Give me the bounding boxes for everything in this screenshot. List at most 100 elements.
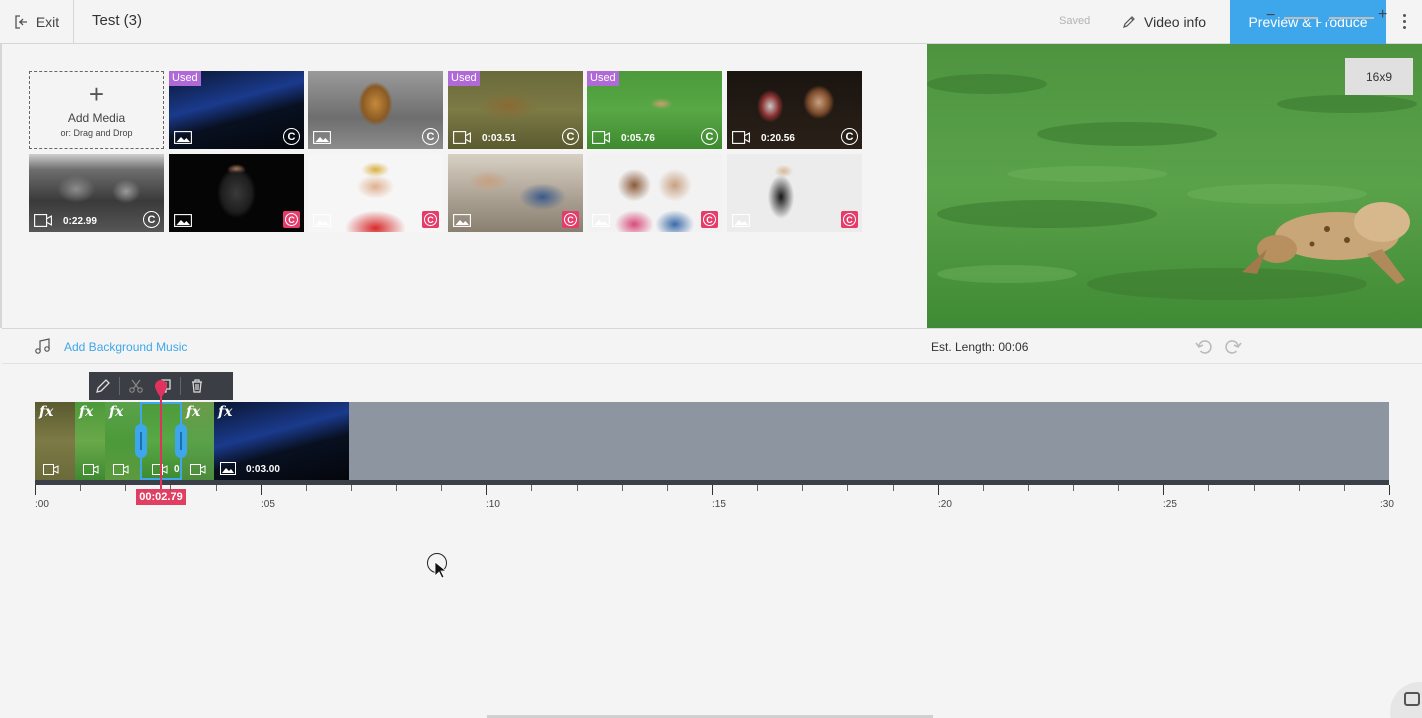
mouse-cursor-icon (434, 561, 446, 579)
exit-icon (15, 14, 27, 29)
image-icon (313, 214, 331, 227)
ruler-minor-tick (441, 485, 442, 491)
ruler-minor-tick (1118, 485, 1119, 491)
image-icon (453, 214, 471, 227)
preview-produce-button[interactable]: Preview & Produce (1230, 0, 1386, 44)
ruler-major-tick (1163, 485, 1164, 495)
ruler-minor-tick (1073, 485, 1074, 491)
used-badge: Used (448, 71, 480, 86)
ruler-minor-tick (1028, 485, 1029, 491)
ruler-label: :20 (938, 499, 952, 510)
trim-handle-right[interactable] (175, 424, 187, 458)
premium-license-icon[interactable]: C (283, 211, 300, 228)
ruler-minor-tick (1254, 485, 1255, 491)
video-camera-icon (113, 464, 129, 475)
license-icon[interactable]: C (283, 128, 300, 145)
premium-license-icon[interactable]: C (422, 211, 439, 228)
cut-clip-button[interactable] (122, 372, 150, 400)
playhead[interactable] (160, 386, 162, 490)
ruler-major-tick (486, 485, 487, 495)
video-camera-icon (34, 214, 52, 227)
media-duration: 0:03.51 (482, 133, 516, 144)
fx-label[interactable]: fx (218, 404, 232, 420)
media-duration: 0:22.99 (63, 216, 97, 227)
trim-handle-left[interactable] (135, 424, 147, 458)
video-camera-icon (190, 464, 206, 475)
project-title[interactable]: Test (3) (92, 12, 142, 29)
timeline-ruler: :00:05:10:15:20:25:30 (35, 485, 1394, 515)
media-tile[interactable]: C (169, 154, 304, 232)
media-tile[interactable]: C (727, 154, 862, 232)
ruler-minor-tick (306, 485, 307, 491)
media-tile[interactable]: C (308, 154, 443, 232)
chat-help-button[interactable] (1390, 682, 1422, 718)
playhead-handle-icon[interactable] (154, 380, 168, 398)
video-preview[interactable]: 16x9 (927, 44, 1422, 328)
ruler-minor-tick (577, 485, 578, 491)
video-camera-icon (83, 464, 99, 475)
video-camera-icon (732, 131, 750, 144)
ruler-minor-tick (1299, 485, 1300, 491)
add-media-label: Add Media (67, 110, 126, 125)
video-info-button[interactable]: Video info (1122, 0, 1206, 43)
video-track[interactable]: fx fx fx 0 fx fx 0:03.00 (35, 402, 1389, 480)
zoom-out-button[interactable]: − (1266, 7, 1275, 25)
timeline-clip[interactable]: fx (35, 402, 75, 480)
image-icon (220, 462, 236, 475)
license-icon[interactable]: C (143, 211, 160, 228)
fx-label[interactable]: fx (39, 404, 53, 420)
media-duration: 0:20.56 (761, 133, 795, 144)
exit-button[interactable]: Exit (0, 0, 74, 43)
ruler-minor-tick (893, 485, 894, 491)
media-tile[interactable]: C (587, 154, 722, 232)
delete-clip-button[interactable] (183, 372, 211, 400)
ruler-label: :05 (261, 499, 275, 510)
license-icon[interactable]: C (841, 128, 858, 145)
ruler-minor-tick (622, 485, 623, 491)
ruler-minor-tick (847, 485, 848, 491)
add-media-button[interactable]: + Add Media or: Drag and Drop (29, 71, 164, 149)
ruler-label: :10 (486, 499, 500, 510)
premium-license-icon[interactable]: C (701, 211, 718, 228)
undo-icon[interactable] (1194, 337, 1214, 357)
timeline-clip[interactable]: fx (75, 402, 105, 480)
saved-status: Saved (1059, 15, 1091, 27)
premium-license-icon[interactable]: C (562, 211, 579, 228)
media-tile[interactable]: 0:20.56 C (727, 71, 862, 149)
ruler-minor-tick (802, 485, 803, 491)
media-tile[interactable]: Used 0:05.76 C (587, 71, 722, 149)
license-icon[interactable]: C (701, 128, 718, 145)
fx-label[interactable]: fx (109, 404, 123, 420)
chat-icon (1404, 692, 1420, 706)
fx-label[interactable]: fx (79, 404, 93, 420)
ruler-major-tick (35, 485, 36, 495)
license-icon[interactable]: C (562, 128, 579, 145)
add-background-music-link[interactable]: Add Background Music (64, 340, 187, 354)
media-tile[interactable]: Used 0:03.51 C (448, 71, 583, 149)
timeline-clip-image[interactable]: fx 0:03.00 (214, 402, 349, 480)
ruler-minor-tick (170, 485, 171, 491)
zoom-in-button[interactable]: + (1378, 6, 1387, 24)
redo-icon[interactable] (1223, 337, 1243, 357)
fx-label[interactable]: fx (186, 404, 200, 420)
image-icon (313, 131, 331, 144)
video-camera-icon (43, 464, 59, 475)
media-tile[interactable]: Used C (169, 71, 304, 149)
edit-clip-button[interactable] (89, 372, 117, 400)
ruler-minor-tick (1344, 485, 1345, 491)
ruler-minor-tick (396, 485, 397, 491)
ruler-minor-tick (983, 485, 984, 491)
media-tile[interactable]: 0:22.99 C (29, 154, 164, 232)
more-menu-icon[interactable] (1396, 8, 1412, 34)
used-badge: Used (169, 71, 201, 86)
ruler-major-tick (712, 485, 713, 495)
media-tile[interactable]: C (308, 71, 443, 149)
aspect-ratio-button[interactable]: 16x9 (1345, 58, 1413, 95)
image-icon (732, 214, 750, 227)
premium-license-icon[interactable]: C (841, 211, 858, 228)
pencil-icon (1123, 15, 1135, 28)
license-icon[interactable]: C (422, 128, 439, 145)
ruler-minor-tick (667, 485, 668, 491)
image-icon (592, 214, 610, 227)
media-tile[interactable]: C (448, 154, 583, 232)
